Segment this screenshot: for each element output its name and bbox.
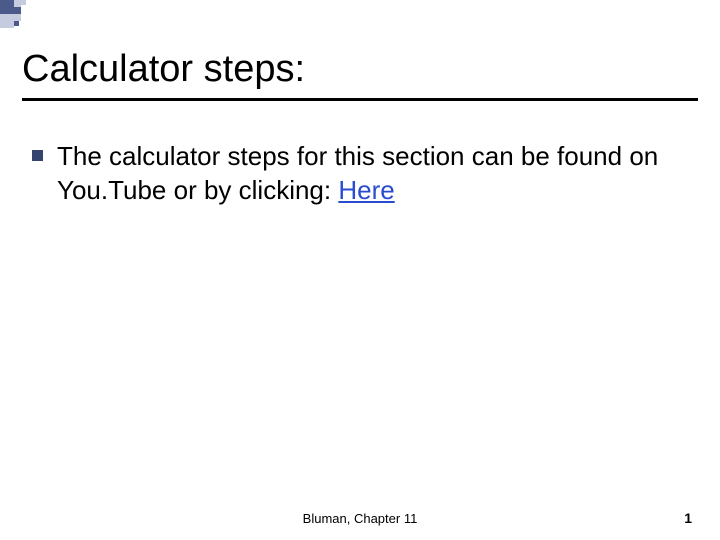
bullet-item: The calculator steps for this section ca… <box>32 140 688 208</box>
bullet-text: The calculator steps for this section ca… <box>57 140 688 208</box>
slide-title: Calculator steps: <box>22 48 305 91</box>
page-number: 1 <box>684 510 692 526</box>
title-underline <box>22 98 698 101</box>
slide-content: The calculator steps for this section ca… <box>32 140 688 208</box>
footer-text: Bluman, Chapter 11 <box>0 511 720 526</box>
corner-decoration <box>0 0 40 30</box>
bullet-square-icon <box>32 150 43 161</box>
here-link[interactable]: Here <box>338 175 394 205</box>
